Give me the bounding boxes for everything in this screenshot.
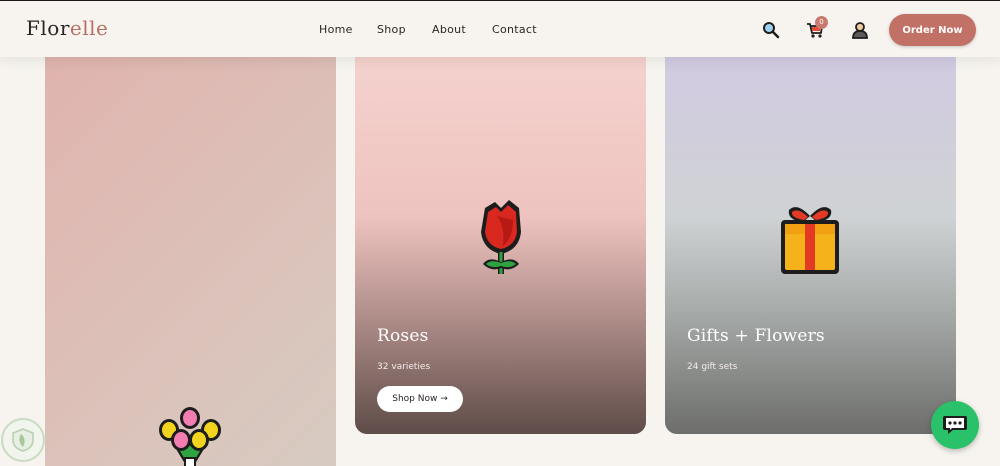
category-card-gifts[interactable]: Gifts + Flowers 24 gift sets [665, 40, 956, 434]
card-title: Roses [377, 326, 429, 346]
chat-icon [943, 416, 967, 434]
chat-button[interactable] [931, 401, 979, 449]
nav-item-shop[interactable]: Shop [377, 23, 406, 36]
search-button[interactable] [760, 19, 782, 41]
user-icon [852, 22, 868, 39]
nav-item-contact[interactable]: Contact [492, 23, 537, 36]
leaf-shield-icon [12, 428, 34, 452]
cart-count-badge: 0 [815, 16, 828, 29]
order-now-button[interactable]: Order Now [889, 14, 976, 46]
card-subtitle: 32 varieties [377, 362, 431, 372]
card-title: Gifts + Flowers [687, 326, 825, 346]
bouquet-icon [159, 407, 221, 466]
account-button[interactable] [849, 19, 871, 41]
category-card-roses[interactable]: Roses 32 varieties Shop Now → [355, 40, 646, 434]
search-icon [763, 22, 780, 39]
watermark-badge [1, 418, 45, 462]
card-subtitle: 24 gift sets [687, 362, 738, 372]
shop-now-button[interactable]: Shop Now → [377, 386, 463, 412]
gift-icon [781, 207, 839, 274]
category-card-bouquets[interactable] [45, 40, 336, 466]
site-header: Florelle Home Shop About Contact 0 Order… [0, 1, 1000, 57]
nav-item-home[interactable]: Home [319, 23, 353, 36]
nav-item-about[interactable]: About [432, 23, 466, 36]
rose-icon [481, 200, 521, 274]
